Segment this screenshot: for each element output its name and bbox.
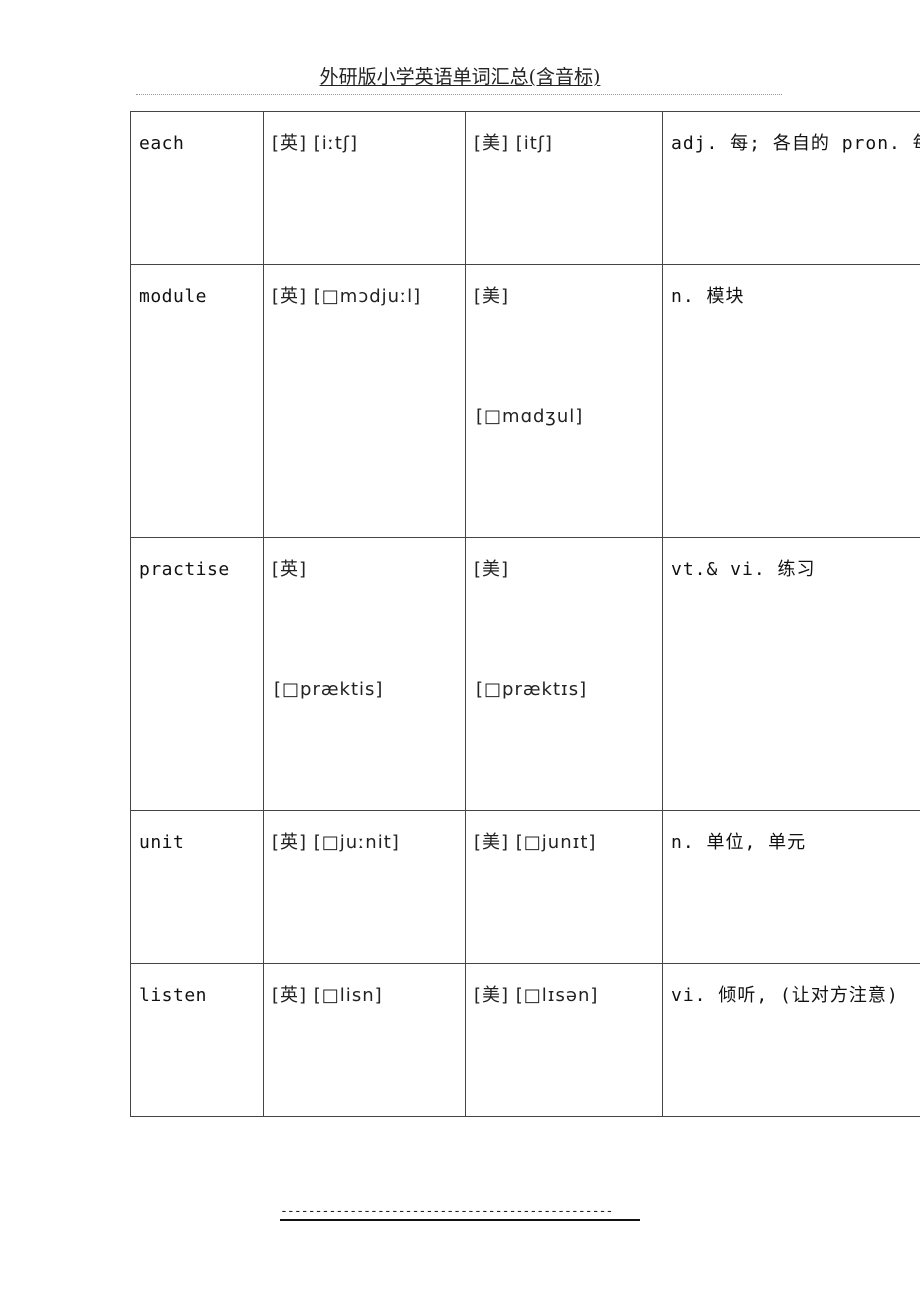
uk-phonetic: [□juːnit] [313,832,400,853]
uk-phonetic: [□mɔdjuːl] [313,286,422,307]
uk-phonetic-cell: [英] [iːtʃ] [263,111,466,265]
us-label: [美] [474,985,510,1006]
us-label: [美] [474,832,510,853]
english-word: practise [139,559,230,580]
us-phonetic: [□præktɪs] [476,679,588,700]
uk-phonetic-cell: [英] [□præktis] [263,537,466,811]
definition-cell: adj. 每; 各自的 pron. 每个 [662,111,920,265]
us-phonetic: [□mɑdʒul] [476,406,584,427]
chinese-definition: n. 模块 [671,286,745,307]
us-phonetic: [□lɪsən] [515,985,599,1006]
document-title-text: 外研版小学英语单词汇总(含音标) [319,66,601,88]
word-cell: module [130,264,264,538]
us-phonetic: [itʃ] [515,133,553,154]
uk-label: [英] [272,985,308,1006]
table-row: unit [英] [□juːnit] [美] [□junɪt] n. 单位, 单元 [130,810,920,964]
us-phonetic: [□junɪt] [515,832,597,853]
footer-dashed-line: ----------------------------------------… [280,1205,640,1221]
english-word: unit [139,832,185,853]
us-phonetic-cell: [美] [itʃ] [465,111,663,265]
us-phonetic-cell: [美] [□junɪt] [465,810,663,964]
definition-cell: vt.& vi. 练习 [662,537,920,811]
document-title: 外研版小学英语单词汇总(含音标) [0,64,920,90]
us-label: [美] [474,286,510,307]
word-cell: listen [130,963,264,1117]
word-cell: each [130,111,264,265]
word-cell: unit [130,810,264,964]
us-phonetic-cell: [美] [□præktɪs] [465,537,663,811]
uk-phonetic: [iːtʃ] [313,133,358,154]
english-word: each [139,133,185,154]
uk-phonetic-cell: [英] [□lisn] [263,963,466,1117]
uk-phonetic: [□præktis] [274,679,384,700]
us-label: [美] [474,559,510,580]
chinese-definition: vt.& vi. 练习 [671,559,816,580]
definition-cell: n. 单位, 单元 [662,810,920,964]
table-row: practise [英] [□præktis] [美] [□præktɪs] vt.& v… [130,537,920,811]
table-row: each [英] [iːtʃ] [美] [itʃ] adj. 每; 各自的 pron.… [130,111,920,265]
uk-label: [英] [272,832,308,853]
vocabulary-table: each [英] [iːtʃ] [美] [itʃ] adj. 每; 各自的 pron.… [130,111,920,1117]
uk-phonetic-cell: [英] [□mɔdjuːl] [263,264,466,538]
english-word: listen [139,985,208,1006]
us-label: [美] [474,133,510,154]
chinese-definition: n. 单位, 单元 [671,832,807,853]
uk-phonetic: [□lisn] [313,985,383,1006]
vocabulary-table-body: each [英] [iːtʃ] [美] [itʃ] adj. 每; 各自的 pron.… [130,111,920,1117]
uk-label: [英] [272,559,308,580]
table-row: module [英] [□mɔdjuːl] [美] [□mɑdʒul] n. 模块 [130,264,920,538]
uk-label: [英] [272,286,308,307]
chinese-definition: vi. 倾听, (让对方注意) [671,985,899,1006]
english-word: module [139,286,208,307]
uk-label: [英] [272,133,308,154]
chinese-definition: adj. 每; 各自的 pron. 每个 [671,133,920,154]
uk-phonetic-cell: [英] [□juːnit] [263,810,466,964]
word-cell: practise [130,537,264,811]
us-phonetic-cell: [美] [□mɑdʒul] [465,264,663,538]
us-phonetic-cell: [美] [□lɪsən] [465,963,663,1117]
header-divider [136,94,782,95]
definition-cell: vi. 倾听, (让对方注意) [662,963,920,1117]
definition-cell: n. 模块 [662,264,920,538]
table-row: listen [英] [□lisn] [美] [□lɪsən] vi. 倾听, (让对… [130,963,920,1117]
